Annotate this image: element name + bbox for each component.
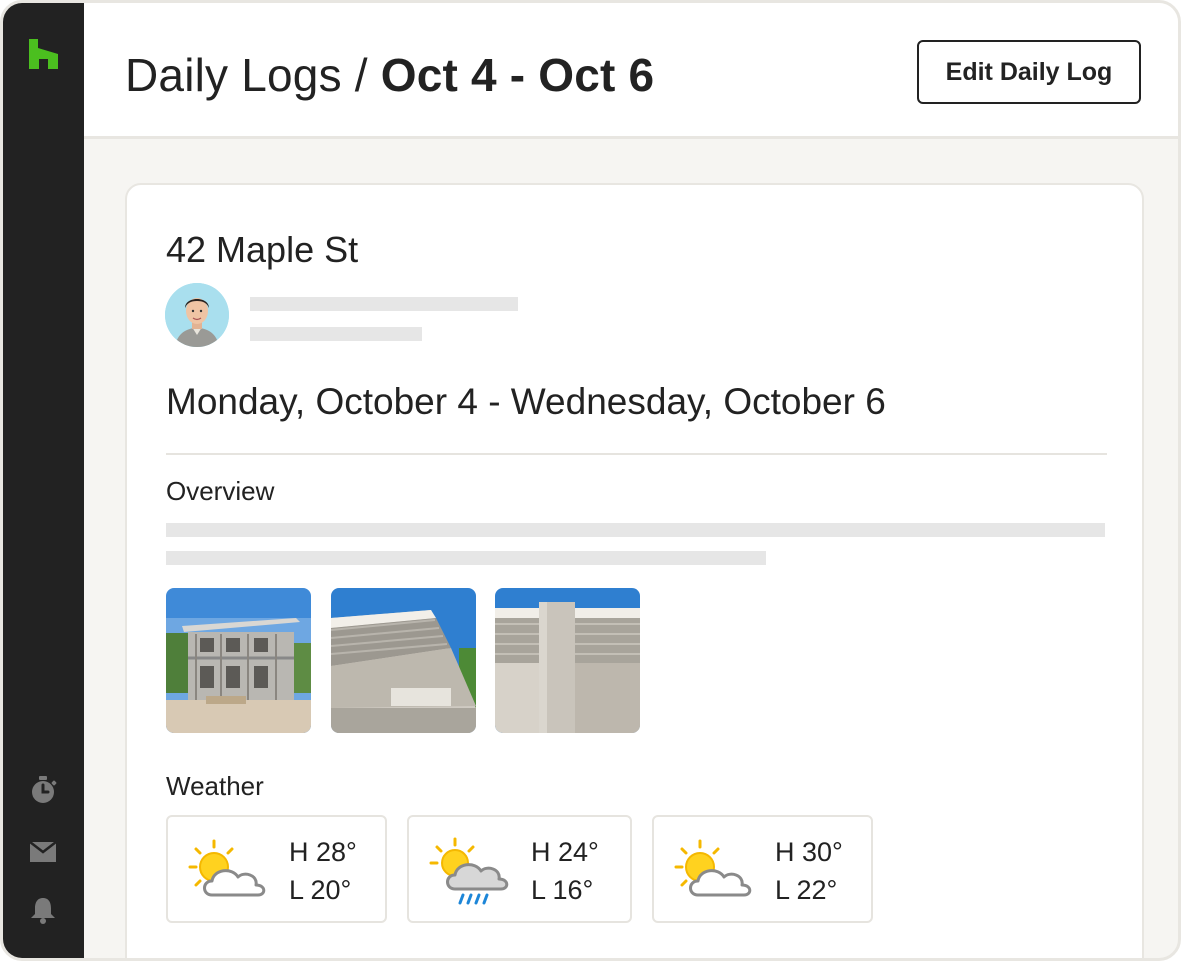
breadcrumb-daily-logs[interactable]: Daily Logs / [125, 49, 381, 101]
log-date-range: Monday, October 4 - Wednesday, October 6 [166, 381, 886, 422]
overview-text-placeholder [166, 523, 1105, 537]
overview-text-placeholder [166, 551, 766, 565]
partly-cloudy-icon [674, 839, 752, 897]
high-temp: H 24° [531, 837, 599, 867]
weather-card: H 28° L 20° [166, 815, 387, 923]
house-under-construction-image [166, 588, 311, 733]
edit-daily-log-button[interactable]: Edit Daily Log [917, 40, 1141, 104]
weather-card: H 24° L 16° [407, 815, 632, 923]
avatar[interactable] [165, 283, 229, 347]
weather-card: H 30° L 22° [652, 815, 873, 923]
bell-icon[interactable] [28, 895, 58, 925]
high-temp: H 30° [775, 837, 843, 867]
daily-log-card: 42 Maple St Monday, October 4 - Wednesda… [125, 183, 1144, 958]
photo-thumbnail[interactable] [495, 588, 640, 733]
high-temp: H 28° [289, 837, 357, 867]
person-photo [165, 283, 229, 347]
inbox-icon[interactable] [28, 837, 58, 867]
weather-temps: H 28° L 20° [289, 833, 357, 909]
photo-thumbnail[interactable] [166, 588, 311, 733]
low-temp: L 22° [775, 875, 838, 905]
photo-thumbnail[interactable] [331, 588, 476, 733]
title-date-range: Oct 4 - Oct 6 [380, 49, 655, 101]
rain-icon [429, 837, 509, 905]
overview-heading: Overview [166, 476, 275, 506]
header: Daily Logs / Oct 4 - Oct 6 Edit Daily Lo… [84, 3, 1178, 139]
concrete-column-image [495, 588, 640, 733]
weather-heading: Weather [166, 771, 264, 801]
low-temp: L 16° [531, 875, 594, 905]
app-window: Daily Logs / Oct 4 - Oct 6 Edit Daily Lo… [0, 0, 1181, 961]
low-temp: L 20° [289, 875, 352, 905]
weather-temps: H 30° L 22° [775, 833, 843, 909]
weather-temps: H 24° L 16° [531, 833, 599, 909]
houzz-logo[interactable] [27, 37, 61, 71]
role-placeholder [250, 327, 422, 341]
concrete-eave-image [331, 588, 476, 733]
sidebar [3, 3, 84, 958]
page-title: Daily Logs / Oct 4 - Oct 6 [125, 47, 654, 103]
partly-cloudy-icon [188, 839, 266, 897]
name-placeholder [250, 297, 518, 311]
divider [166, 453, 1107, 455]
stopwatch-icon[interactable] [28, 775, 58, 805]
project-address: 42 Maple St [166, 229, 359, 270]
